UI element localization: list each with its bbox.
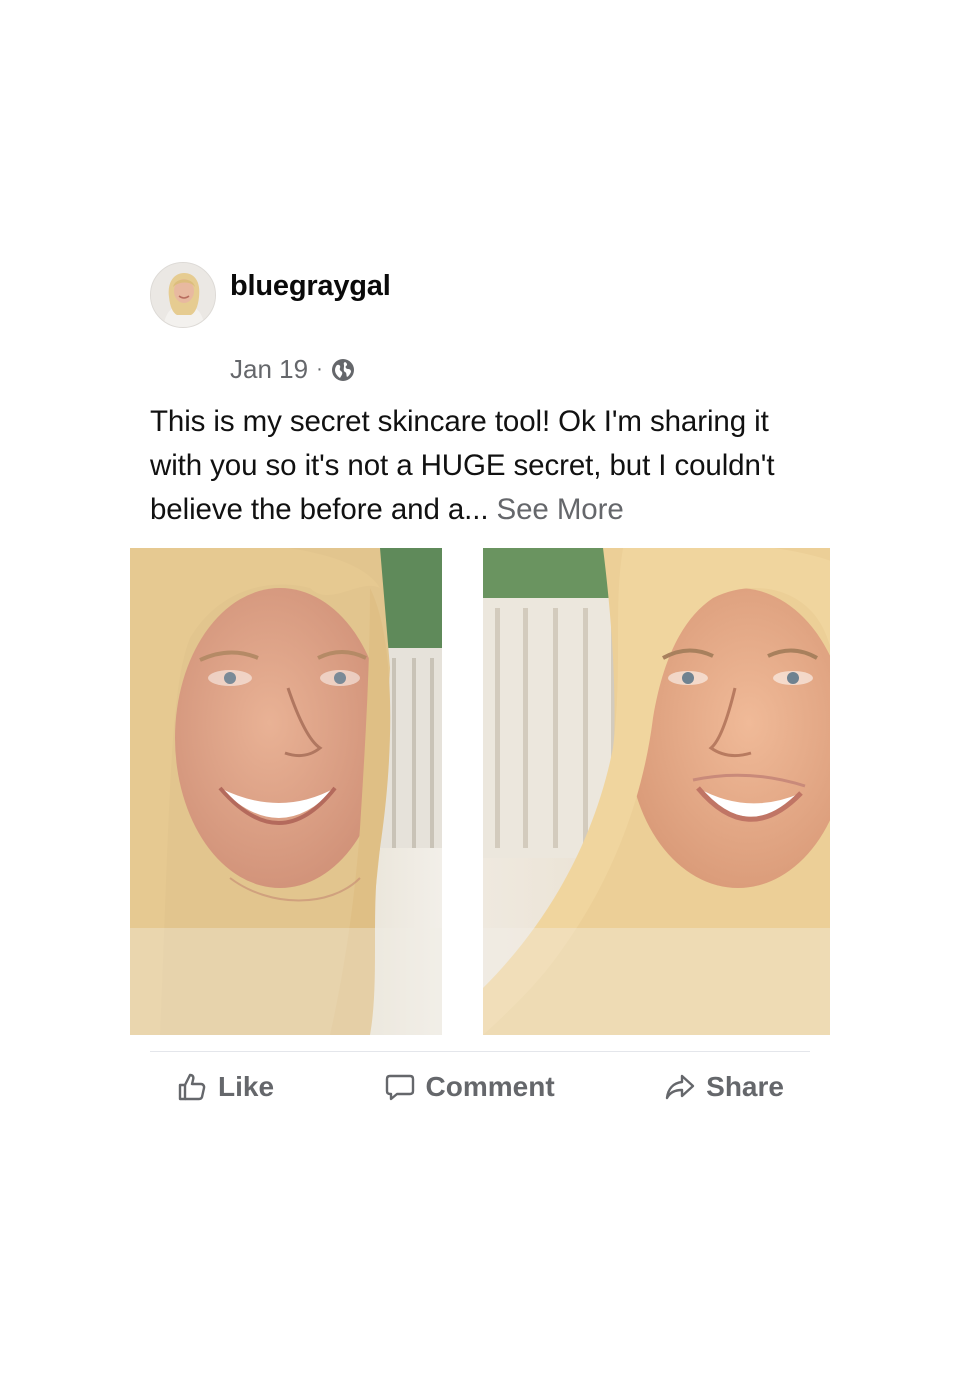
after-photo[interactable]: [483, 548, 830, 1035]
thumbs-up-icon: [178, 1073, 206, 1101]
post-text: This is my secret skincare tool! Ok I'm …: [150, 400, 820, 532]
author-name[interactable]: bluegraygal: [230, 270, 391, 303]
like-label: Like: [218, 1071, 275, 1102]
like-button[interactable]: Like: [150, 1071, 300, 1103]
post-meta: Jan 19 ·: [230, 354, 355, 385]
share-label: Share: [706, 1071, 784, 1102]
comment-icon: [385, 1074, 414, 1101]
see-more-link[interactable]: See More: [497, 493, 624, 526]
action-divider: [150, 1051, 810, 1052]
post-card: bluegraygal Jan 19 · This is my secret s…: [130, 250, 830, 1130]
comment-button[interactable]: Comment: [358, 1071, 581, 1103]
before-photo[interactable]: [130, 548, 477, 1035]
globe-icon: [331, 358, 355, 382]
avatar[interactable]: [150, 262, 216, 328]
post-date[interactable]: Jan 19: [230, 354, 308, 385]
photo-grid: [130, 548, 830, 1035]
share-icon: [665, 1074, 695, 1100]
comment-label: Comment: [425, 1071, 555, 1102]
post-actions: Like Comment Share: [150, 1062, 810, 1112]
meta-separator: ·: [316, 358, 323, 380]
post-body: This is my secret skincare tool! Ok I'm …: [150, 405, 775, 526]
share-button[interactable]: Share: [638, 1071, 810, 1103]
